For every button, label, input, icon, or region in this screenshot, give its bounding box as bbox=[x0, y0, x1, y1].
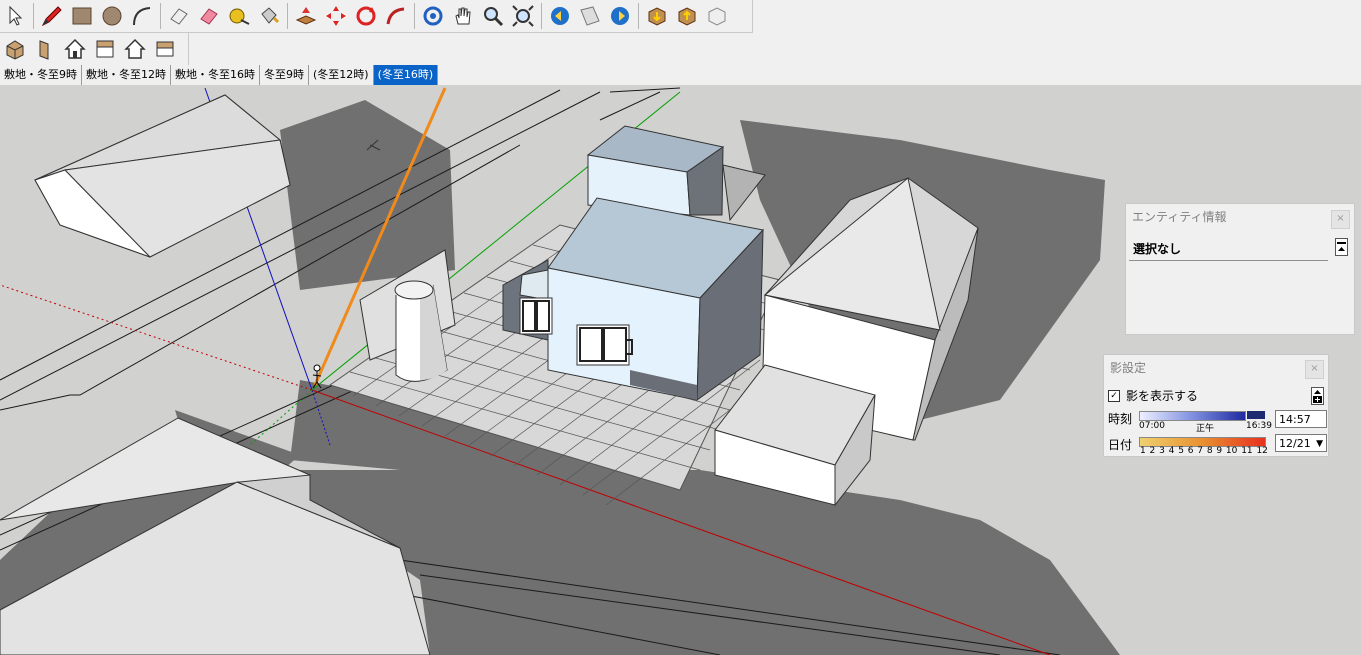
divider bbox=[1129, 260, 1328, 261]
back-view-icon[interactable] bbox=[121, 35, 149, 63]
paint-bucket-icon[interactable] bbox=[255, 2, 283, 30]
rectangle-icon[interactable] bbox=[68, 2, 96, 30]
close-icon[interactable]: × bbox=[1305, 360, 1324, 379]
month-tick: 12 bbox=[1256, 446, 1268, 456]
month-tick: 11 bbox=[1241, 446, 1253, 456]
push-pull-icon[interactable] bbox=[292, 2, 320, 30]
entity-info-panel: エンティティ情報 × 選択なし bbox=[1125, 203, 1355, 335]
date-dropdown[interactable]: 12/21 ▼ bbox=[1275, 434, 1327, 452]
show-shadows-checkbox[interactable]: ✓ bbox=[1108, 389, 1120, 402]
month-tick: 1 bbox=[1140, 446, 1146, 456]
panel-title: 影設定 bbox=[1110, 361, 1147, 375]
time-end-label: 16:39 bbox=[1246, 421, 1272, 431]
section-plane-icon[interactable] bbox=[576, 2, 604, 30]
date-label: 日付 bbox=[1108, 438, 1133, 452]
selection-status: 選択なし bbox=[1133, 242, 1182, 256]
close-icon[interactable]: × bbox=[1331, 210, 1350, 229]
show-shadows-row: ✓ 影を表示する bbox=[1108, 387, 1198, 404]
pan-hand-icon[interactable] bbox=[449, 2, 477, 30]
time-label: 時刻 bbox=[1108, 412, 1133, 426]
month-tick: 8 bbox=[1206, 446, 1213, 456]
month-tick: 10 bbox=[1225, 446, 1238, 456]
zoom-extents-icon[interactable] bbox=[509, 2, 537, 30]
scene-tab-active[interactable]: (冬至16時) bbox=[373, 65, 439, 85]
scene-tab[interactable]: 冬至9時 bbox=[260, 65, 309, 85]
scene-tabs: 敷地・冬至9時 敷地・冬至12時 敷地・冬至16時 冬至9時 (冬至12時) (… bbox=[0, 65, 1361, 85]
month-tick: 9 bbox=[1216, 446, 1223, 456]
front-view-icon[interactable] bbox=[31, 35, 59, 63]
orbit-icon[interactable] bbox=[419, 2, 447, 30]
month-tick: 6 bbox=[1187, 446, 1194, 456]
scene-tab[interactable]: (冬至12時) bbox=[309, 65, 374, 85]
month-tick: 4 bbox=[1168, 446, 1175, 456]
time-slider[interactable] bbox=[1139, 411, 1246, 421]
arc-icon[interactable] bbox=[128, 2, 156, 30]
chevron-down-icon: ▼ bbox=[1316, 439, 1323, 449]
month-tick: 2 bbox=[1149, 446, 1156, 456]
views-toolbar bbox=[0, 33, 189, 65]
right-view-icon[interactable] bbox=[91, 35, 119, 63]
circle-icon[interactable] bbox=[98, 2, 126, 30]
previous-view-icon[interactable] bbox=[546, 2, 574, 30]
scene-tab[interactable]: 敷地・冬至9時 bbox=[0, 65, 82, 85]
eraser-icon[interactable] bbox=[195, 2, 223, 30]
move-icon[interactable] bbox=[322, 2, 350, 30]
time-start-label: 07:00 bbox=[1139, 421, 1165, 431]
follow-me-icon[interactable] bbox=[382, 2, 410, 30]
panel-title: エンティティ情報 bbox=[1132, 210, 1227, 224]
time-stepper[interactable]: 14:57 bbox=[1275, 410, 1327, 428]
shadow-settings-panel: 影設定 × ✓ 影を表示する 時刻 07:00 正午 16:39 14:57 日… bbox=[1103, 354, 1329, 457]
zoom-icon[interactable] bbox=[479, 2, 507, 30]
iso-view-icon[interactable] bbox=[1, 35, 29, 63]
get-models-icon[interactable] bbox=[643, 2, 671, 30]
month-ticks: 1 2 3 4 5 6 7 8 9 10 11 12 bbox=[1140, 446, 1268, 456]
scene-tab[interactable]: 敷地・冬至12時 bbox=[82, 65, 171, 85]
time-value: 14:57 bbox=[1279, 413, 1311, 426]
top-house-icon[interactable] bbox=[61, 35, 89, 63]
select-icon[interactable] bbox=[1, 2, 29, 30]
component-icon[interactable] bbox=[703, 2, 731, 30]
main-toolbar bbox=[0, 0, 753, 33]
rotate-icon[interactable] bbox=[352, 2, 380, 30]
month-tick: 7 bbox=[1197, 446, 1204, 456]
expand-icon[interactable] bbox=[1311, 387, 1324, 405]
building-top-left bbox=[34, 94, 291, 258]
time-slider-thumb[interactable] bbox=[1247, 411, 1265, 419]
month-tick: 5 bbox=[1178, 446, 1184, 456]
eraser-outline-icon[interactable] bbox=[165, 2, 193, 30]
date-value: 12/21 bbox=[1279, 437, 1311, 450]
next-view-icon[interactable] bbox=[606, 2, 634, 30]
scene-tab[interactable]: 敷地・冬至16時 bbox=[171, 65, 260, 85]
month-tick: 3 bbox=[1159, 446, 1165, 456]
show-shadows-label: 影を表示する bbox=[1126, 389, 1199, 403]
tape-measure-icon[interactable] bbox=[225, 2, 253, 30]
pencil-icon[interactable] bbox=[38, 2, 66, 30]
time-noon-label: 正午 bbox=[1196, 424, 1215, 434]
left-view-icon[interactable] bbox=[151, 35, 179, 63]
collapse-icon[interactable] bbox=[1335, 238, 1348, 256]
share-model-icon[interactable] bbox=[673, 2, 701, 30]
